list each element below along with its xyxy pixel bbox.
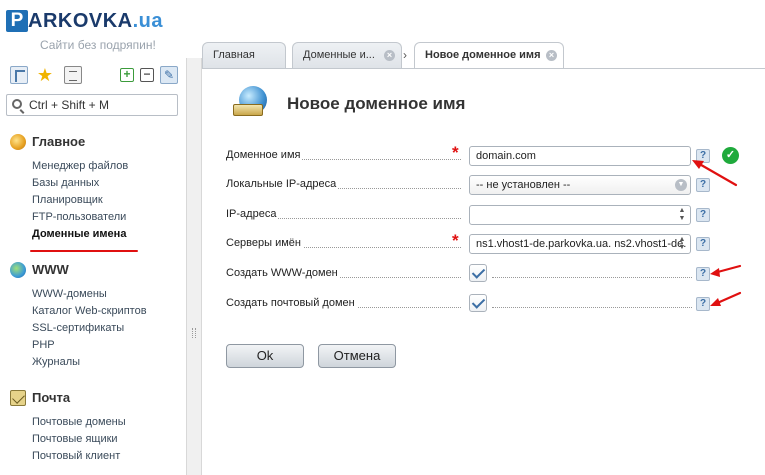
required-marker: * [452,231,459,250]
ok-button[interactable]: Ok [226,344,304,368]
local-ip-select[interactable]: -- не установлен -- ▼ [469,175,691,195]
ip-field[interactable]: ▲ ▼ [469,205,691,225]
row-domain: Доменное имя * domain.com ? ✓ [226,143,746,166]
close-icon[interactable]: × [384,50,395,61]
section-main-header[interactable]: Главное [10,132,128,152]
sidebar-item-web-scripts[interactable]: Каталог Web-скриптов [10,303,147,320]
mail-icon [10,390,26,406]
tab-label: Доменные и... [303,49,375,61]
help-icon[interactable]: ? [696,237,710,251]
label-www: Создать WWW-домен [226,267,340,279]
page-title: Новое доменное имя [287,94,466,113]
sidebar-item-mail-domains[interactable]: Почтовые домены [10,414,126,431]
row-ip: IP-адреса ▲ ▼ ? [226,205,746,225]
row-ns: Серверы имён * ns1.vhost1-de.parkovka.ua… [226,231,746,254]
help-icon[interactable]: ? [696,208,710,222]
sidebar-item-file-manager[interactable]: Менеджер файлов [10,158,128,175]
row-local-ip: Локальные IP-адреса -- не установлен -- ▼… [226,175,746,195]
bar-shape [233,104,263,116]
sidebar-item-ftp-users[interactable]: FTP-пользователи [10,209,128,226]
sidebar-splitter[interactable] [186,58,202,475]
tab-bar: Главная Доменные и... × › Новое доменное … [202,42,765,69]
sidebar-item-databases[interactable]: Базы данных [10,175,128,192]
annotation-arrow [710,291,742,306]
ns-field[interactable]: ns1.vhost1-de.parkovka.ua. ns2.vhost1-de… [469,234,691,254]
logo-name-ext: .ua [132,10,164,32]
annotation-arrow [710,264,742,277]
tab-label: Главная [213,49,255,61]
sidebar-search[interactable] [6,94,178,116]
favorites-star-icon[interactable]: ★ [36,66,54,84]
sidebar-item-php[interactable]: PHP [10,337,147,354]
logo[interactable]: P ARKOVKA.ua Сайти без подряпин! [6,10,186,54]
section-title: Почта [32,390,71,405]
expand-all-icon[interactable]: + [120,68,134,82]
www-checkbox[interactable] [469,264,487,282]
label-ns: Серверы имён [226,237,303,249]
dotted-leader [492,277,692,278]
sidebar: ★ + − ✎ Главное Менеджер файлов Базы дан… [0,58,186,475]
section-mail-header[interactable]: Почта [10,388,126,408]
annotation-arrow [692,160,738,187]
close-icon[interactable]: × [546,50,557,61]
section-title: WWW [32,262,69,277]
field-value: ns1.vhost1-de.parkovka.ua. ns2.vhost1-de… [476,238,687,250]
tab-new-domain[interactable]: Новое доменное имя × [414,42,564,69]
dotted-leader [492,307,692,308]
search-input[interactable] [29,97,174,113]
logo-name: ARKOVKA.ua [28,10,163,32]
pin-icon[interactable]: ✎ [160,66,178,84]
chevron-right-icon: › [403,48,407,62]
label-domain: Доменное имя [226,149,303,161]
section-mail: Почта Почтовые домены Почтовые ящики Поч… [10,388,126,465]
sidebar-toolbar: ★ + − ✎ [8,66,180,86]
clipboard-icon[interactable] [64,66,82,84]
sidebar-item-www-domains[interactable]: WWW-домены [10,286,147,303]
logo-letter: P [6,10,28,32]
tab-domain-names[interactable]: Доменные и... × [292,42,402,68]
spinner-icon[interactable]: ▲ ▼ [678,236,686,252]
label-mail: Создать почтовый домен [226,297,357,309]
required-marker: * [452,143,459,162]
row-mail: Создать почтовый домен ? [226,294,746,314]
collapse-all-icon[interactable]: − [140,68,154,82]
domain-globe-icon [233,86,271,120]
sidebar-item-mailboxes[interactable]: Почтовые ящики [10,431,126,448]
tab-home[interactable]: Главная [202,42,286,68]
sidebar-item-domain-names[interactable]: Доменные имена [10,226,128,243]
section-title: Главное [32,134,86,149]
section-main: Главное Менеджер файлов Базы данных План… [10,132,128,243]
app-window: P ARKOVKA.ua Сайти без подряпин! ★ + − ✎… [0,0,765,475]
spinner-icon[interactable]: ▲ ▼ [678,207,686,223]
logo-name-main: ARKOVKA [28,10,133,32]
chevron-down-icon: ▼ [675,179,687,191]
label-ip: IP-адреса [226,208,279,220]
splitter-grip[interactable] [192,328,196,338]
tab-label: Новое доменное имя [425,49,541,61]
coins-icon [10,134,26,150]
select-value: -- не установлен -- [476,179,571,191]
cancel-button[interactable]: Отмена [318,344,396,368]
sidebar-item-mail-client[interactable]: Почтовый клиент [10,448,126,465]
sidebar-item-ssl[interactable]: SSL-сертификаты [10,320,147,337]
main-panel: Новое доменное имя Доменное имя * domain… [202,69,765,475]
section-www: WWW WWW-домены Каталог Web-скриптов SSL-… [10,260,147,371]
mail-checkbox[interactable] [469,294,487,312]
globe-icon [10,262,26,278]
logo-tagline: Сайти без подряпин! [40,38,156,52]
annotation-underline [30,250,138,252]
sidebar-item-scheduler[interactable]: Планировщик [10,192,128,209]
search-icon [12,99,22,109]
row-www: Создать WWW-домен ? [226,264,746,284]
domain-field[interactable]: domain.com [469,146,691,166]
sidebar-item-logs[interactable]: Журналы [10,354,147,371]
section-www-header[interactable]: WWW [10,260,147,280]
tree-view-icon[interactable] [10,66,28,84]
label-local-ip: Локальные IP-адреса [226,178,339,190]
